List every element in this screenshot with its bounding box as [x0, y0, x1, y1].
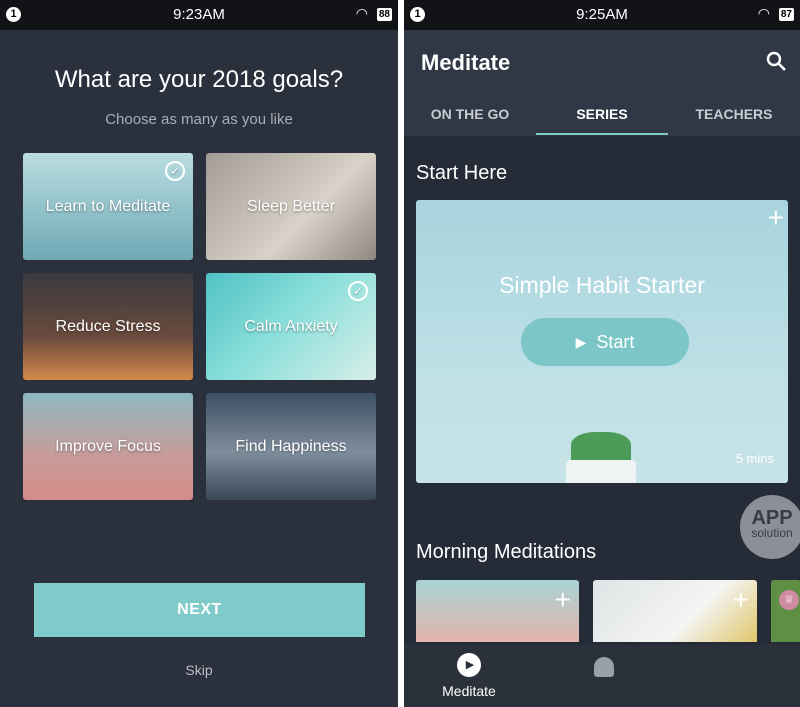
wifi-icon: ◠ — [757, 5, 770, 21]
play-icon: ▶ — [575, 333, 587, 350]
status-time: 9:23AM — [173, 6, 225, 23]
goal-label: Calm Anxiety — [244, 317, 338, 335]
pot-image — [566, 460, 636, 483]
section-title-start-here: Start Here — [416, 162, 508, 184]
check-icon: ✓ — [348, 281, 368, 301]
goal-label: Find Happiness — [235, 437, 347, 455]
bottom-nav: ▶ Meditate — [404, 645, 800, 707]
meditate-screen: 1 9:25AM ◠ 87 Meditate ON THE GO SERIES … — [404, 0, 800, 707]
add-icon[interactable]: + — [768, 204, 784, 232]
crown-icon: ♕ — [779, 590, 799, 610]
goal-label: Sleep Better — [246, 197, 336, 215]
battery-level: 88 — [376, 8, 392, 21]
duration: 5 mins — [735, 451, 774, 466]
header-title: Meditate — [421, 50, 511, 75]
goal-tile-calm-anxiety[interactable]: Calm Anxiety ✓ — [206, 273, 376, 380]
add-icon[interactable]: + — [555, 586, 571, 614]
next-button[interactable]: NEXT — [34, 583, 365, 637]
goal-label: Learn to Meditate — [45, 197, 171, 215]
nav-meditate[interactable]: ▶ Meditate — [429, 653, 509, 699]
goals-screen: 1 9:23AM ◠ 88 What are your 2018 goals? … — [0, 0, 398, 707]
status-bar: 1 9:23AM ◠ 88 — [0, 0, 398, 30]
page-title: What are your 2018 goals? — [54, 66, 344, 93]
page-subtitle: Choose as many as you like — [105, 111, 293, 128]
series-title: Simple Habit Starter — [499, 272, 705, 298]
goal-label: Improve Focus — [55, 437, 161, 455]
tab-teachers[interactable]: TEACHERS — [668, 100, 800, 135]
skip-link[interactable]: Skip — [0, 662, 398, 678]
goal-tile-improve-focus[interactable]: Improve Focus — [23, 393, 193, 500]
check-icon: ✓ — [165, 161, 185, 181]
play-circle-icon: ▶ — [457, 653, 481, 677]
meditation-card[interactable]: + — [416, 580, 579, 642]
goal-tile-learn-to-meditate[interactable]: Learn to Meditate ✓ — [23, 153, 193, 260]
goal-tile-find-happiness[interactable]: Find Happiness — [206, 393, 376, 500]
start-label: Start — [596, 331, 635, 352]
featured-series-card[interactable]: + Simple Habit Starter ▶ Start 5 mins — [416, 200, 788, 483]
tab-series[interactable]: SERIES — [536, 100, 668, 135]
wifi-icon: ◠ — [355, 5, 368, 21]
battery-level: 87 — [778, 8, 794, 21]
meditation-card[interactable]: + — [593, 580, 757, 642]
start-button[interactable]: ▶ Start — [521, 318, 689, 366]
search-icon[interactable] — [766, 51, 788, 73]
goal-tile-reduce-stress[interactable]: Reduce Stress — [23, 273, 193, 380]
status-time: 9:25AM — [576, 6, 628, 23]
watermark-logo: APP solution — [740, 495, 800, 559]
profile-icon[interactable] — [594, 657, 614, 677]
tab-on-the-go[interactable]: ON THE GO — [404, 100, 536, 135]
goal-label: Reduce Stress — [55, 317, 161, 335]
section-title-morning-meditations: Morning Meditations — [416, 541, 597, 563]
meditation-card[interactable]: ♕ — [771, 580, 800, 642]
status-bar: 1 9:25AM ◠ 87 — [404, 0, 800, 30]
goal-tile-sleep-better[interactable]: Sleep Better — [206, 153, 376, 260]
add-icon[interactable]: + — [733, 586, 749, 614]
nav-label: Meditate — [442, 683, 496, 699]
